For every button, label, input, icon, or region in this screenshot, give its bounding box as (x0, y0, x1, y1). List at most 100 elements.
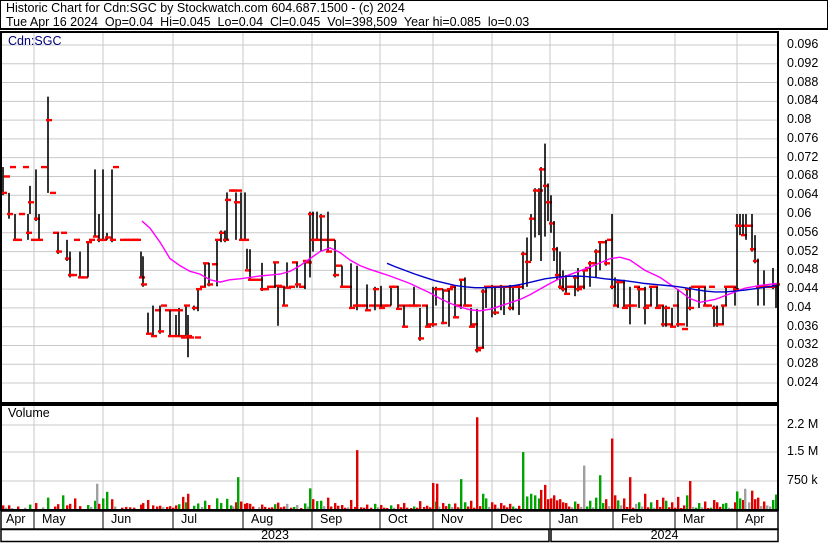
volume-bar (432, 482, 435, 510)
volume-bar (553, 495, 556, 510)
close-tick (333, 273, 339, 277)
volume-bar (216, 498, 219, 510)
volume-bar (665, 500, 668, 510)
volume-bar (650, 502, 653, 510)
volume-bar (106, 491, 109, 510)
volume-bar (656, 499, 659, 510)
volume-bar (540, 489, 543, 510)
volume-bar (556, 500, 559, 510)
price-tick-label: 0.092 (787, 55, 819, 70)
ma-fast-line (141, 220, 778, 312)
price-tick-label: 0.028 (787, 356, 819, 371)
close-tick (86, 240, 92, 244)
volume-bar (327, 497, 330, 510)
close-tick (89, 238, 95, 242)
close-tick (289, 285, 295, 288)
close-tick (196, 287, 202, 291)
volume-bar (74, 498, 77, 510)
close-tick (521, 252, 527, 256)
close-tick (4, 175, 10, 178)
close-tick (251, 278, 257, 281)
volume-bar (595, 497, 598, 510)
volume-bar (751, 490, 754, 510)
close-tick (369, 304, 375, 307)
close-tick (706, 304, 712, 307)
price-tick-label: 0.096 (787, 37, 819, 51)
close-tick (329, 238, 335, 242)
month-label-aug: Aug (251, 512, 274, 526)
volume-bar (574, 501, 577, 510)
close-tick (225, 198, 231, 202)
volume-bar (713, 499, 716, 510)
close-tick (135, 238, 141, 242)
close-tick (188, 336, 194, 339)
volume-bar (629, 477, 632, 510)
volume-bar (725, 503, 728, 510)
close-tick (631, 304, 637, 307)
month-label-may: May (42, 512, 66, 526)
volume-bar (187, 493, 190, 510)
volume-bar (744, 488, 747, 510)
volume-bar (565, 503, 568, 510)
volume-bars (2, 417, 778, 510)
price-tick-label: 0.088 (787, 74, 819, 89)
close-tick (319, 215, 325, 218)
symbol-label: Cdn:SGC (8, 34, 62, 48)
close-tick (203, 262, 209, 265)
volume-bar (530, 493, 533, 510)
volume-bar (739, 498, 742, 510)
volume-bar (671, 502, 674, 510)
volume-bar (754, 499, 757, 510)
volume-bar (623, 498, 626, 510)
volume-bar (599, 475, 602, 510)
volume-bar (226, 498, 229, 510)
volume-bar (460, 479, 463, 510)
close-tick (82, 276, 88, 279)
month-label-jun: Jun (111, 512, 132, 526)
close-tick (469, 325, 475, 328)
volume-bar (476, 417, 479, 510)
close-tick (441, 321, 447, 325)
close-tick (19, 212, 25, 216)
close-tick (234, 201, 240, 204)
volume-bar (316, 501, 319, 510)
month-label-mar: Mar (683, 512, 705, 526)
volume-bar (182, 496, 185, 510)
close-tick (46, 118, 52, 122)
close-tick (525, 260, 531, 264)
month-label-dec: Dec (500, 512, 523, 526)
close-tick (576, 287, 582, 291)
volume-bar (240, 501, 243, 510)
volume-bar (763, 501, 766, 510)
close-tick (679, 323, 685, 326)
volume-tick-label: 2.2 M (787, 417, 819, 431)
volume-bar (583, 465, 586, 510)
close-tick (643, 306, 649, 310)
close-tick (709, 285, 715, 288)
price-tick-label: 0.024 (787, 375, 819, 390)
year-label-2024: 2024 (650, 528, 679, 542)
price-tick-label: 0.076 (787, 130, 819, 145)
volume-bar (147, 499, 150, 510)
close-tick (733, 287, 739, 291)
volume-bar (204, 500, 207, 510)
close-tick (61, 231, 67, 234)
close-tick (105, 236, 111, 239)
close-tick (273, 261, 279, 264)
close-tick (315, 238, 321, 242)
month-label-apr: Apr (745, 512, 765, 526)
stock-chart-window: Historic Chart for Cdn:SGC by Stockwatch… (0, 0, 830, 543)
price-tick-label: 0.056 (787, 224, 819, 239)
volume-bar (544, 484, 547, 510)
volume-panel-label: Volume (8, 406, 50, 420)
volume-bar (716, 502, 719, 510)
volume-bar (419, 501, 422, 510)
volume-bar (246, 503, 249, 510)
volume-bar (522, 452, 525, 510)
close-tick (7, 212, 13, 216)
volume-bar (350, 499, 353, 510)
close-tick (31, 238, 37, 242)
price-tick-label: 0.084 (787, 93, 819, 108)
volume-bar (526, 496, 529, 510)
close-tick (177, 309, 183, 312)
